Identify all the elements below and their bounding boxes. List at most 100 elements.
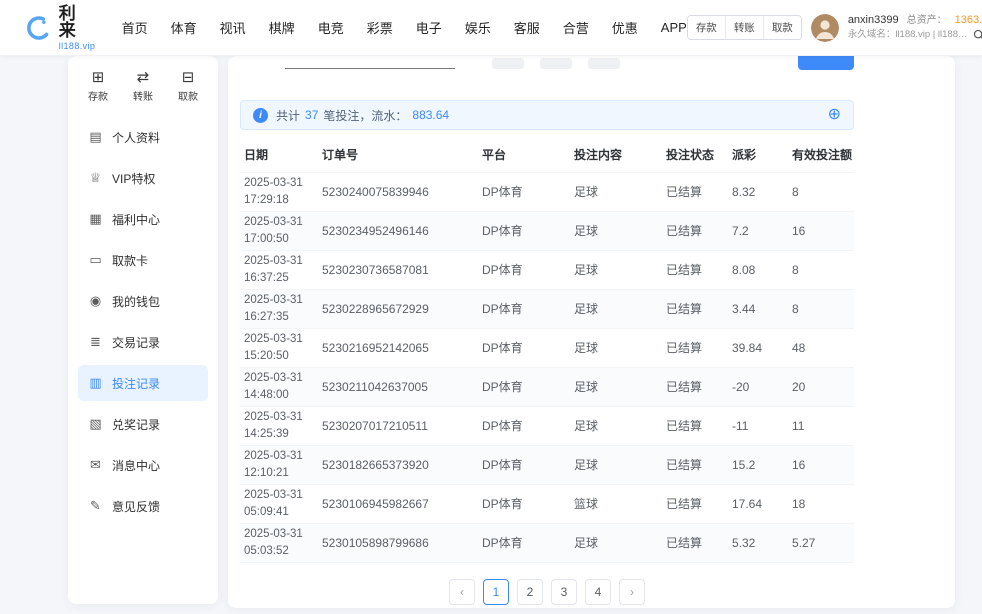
feedback-icon: ✎ <box>88 498 103 514</box>
cell-payout: 15.2 <box>728 445 788 484</box>
avatar[interactable] <box>811 14 839 42</box>
column-header-4: 投注状态 <box>662 138 728 172</box>
filter-strip-clipped <box>240 56 854 74</box>
cell-valid: 8 <box>788 250 854 289</box>
bet-records-table: 日期订单号平台投注内容投注状态派彩有效投注额 2025-03-3117:29:1… <box>240 138 854 563</box>
nav-item-esports[interactable]: 电竞 <box>318 18 344 37</box>
cell-content: 足球 <box>570 406 662 445</box>
transfer-button[interactable]: 转账 <box>725 16 763 39</box>
withdraw-button[interactable]: 取款 <box>763 16 801 39</box>
plus-circle-icon[interactable]: ⊕ <box>828 107 841 123</box>
column-header-1: 订单号 <box>318 138 478 172</box>
column-header-2: 平台 <box>478 138 570 172</box>
sidebar-item-vip[interactable]: ♕VIP特权 <box>78 160 208 196</box>
time-value: 14:25:39 <box>244 426 314 442</box>
cell-status: 已结算 <box>662 484 728 523</box>
cell-status: 已结算 <box>662 328 728 367</box>
table-row: 2025-03-3116:27:355230228965672929DP体育足球… <box>240 289 854 328</box>
nav-item-chess[interactable]: 棋牌 <box>269 18 295 37</box>
sidebar-item-label: VIP特权 <box>112 170 155 187</box>
date-value: 2025-03-31 <box>244 487 314 503</box>
quick-transfer-label: 转账 <box>133 88 153 103</box>
time-value: 14:48:00 <box>244 387 314 403</box>
sidebar-item-transaction-records[interactable]: ≣交易记录 <box>78 324 208 360</box>
cell-payout: 5.32 <box>728 523 788 562</box>
page-next-button[interactable]: › <box>619 579 645 605</box>
filter-option-icon[interactable] <box>492 58 524 69</box>
nav-item-slots[interactable]: 电子 <box>416 18 442 37</box>
nav-item-app[interactable]: APP <box>661 20 687 35</box>
content-card: i 共计 37 笔投注，流水： 883.64 ⊕ 日期订单号平台投注内容投注状态… <box>228 56 955 608</box>
filter-option-icon[interactable] <box>540 58 572 69</box>
cell-date: 2025-03-3117:29:18 <box>240 172 318 211</box>
search-icon[interactable] <box>973 29 982 41</box>
deposit-button[interactable]: 存款 <box>688 16 725 39</box>
brand-logo-icon <box>26 13 52 43</box>
filter-option-icon[interactable] <box>588 58 620 69</box>
sidebar-item-withdraw-card[interactable]: ▭取款卡 <box>78 242 208 278</box>
table-row: 2025-03-3114:48:005230211042637005DP体育足球… <box>240 367 854 406</box>
page-prev-button[interactable]: ‹ <box>449 579 475 605</box>
cell-order: 5230105898799686 <box>318 523 478 562</box>
sidebar-item-label: 兑奖记录 <box>112 416 160 433</box>
cell-payout: 8.32 <box>728 172 788 211</box>
sidebar-item-wallet[interactable]: ◉我的钱包 <box>78 283 208 319</box>
cell-platform: DP体育 <box>478 523 570 562</box>
sidebar-item-message-center[interactable]: ✉消息中心 <box>78 447 208 483</box>
nav-item-live-casino[interactable]: 视讯 <box>220 18 246 37</box>
cell-payout: 3.44 <box>728 289 788 328</box>
date-value: 2025-03-31 <box>244 370 314 386</box>
table-row: 2025-03-3114:25:395230207017210511DP体育足球… <box>240 406 854 445</box>
nav-item-home[interactable]: 首页 <box>122 18 148 37</box>
nav-item-service[interactable]: 客服 <box>514 18 540 37</box>
time-value: 16:27:35 <box>244 309 314 325</box>
username[interactable]: anxin3399 <box>848 14 899 27</box>
sidebar-item-profile[interactable]: ▤个人资料 <box>78 119 208 155</box>
cell-status: 已结算 <box>662 523 728 562</box>
nav-item-entertainment[interactable]: 娱乐 <box>465 18 491 37</box>
cell-valid: 8 <box>788 289 854 328</box>
sidebar-item-label: 交易记录 <box>112 334 160 351</box>
sidebar-item-label: 意见反馈 <box>112 498 160 515</box>
page-button-3[interactable]: 3 <box>551 579 577 605</box>
permanent-domain: 永久域名：ll188.vip | ll188… <box>848 29 968 40</box>
cell-content: 足球 <box>570 367 662 406</box>
nav-item-promotions[interactable]: 优惠 <box>612 18 638 37</box>
sidebar-item-prize-records[interactable]: ▧兑奖记录 <box>78 406 208 442</box>
sidebar-item-feedback[interactable]: ✎ 意见反馈 <box>78 488 208 524</box>
column-header-5: 派彩 <box>728 138 788 172</box>
nav-item-lottery[interactable]: 彩票 <box>367 18 393 37</box>
profile-icon: ▤ <box>88 129 103 145</box>
cell-content: 足球 <box>570 523 662 562</box>
sidebar-item-welfare[interactable]: ▦福利中心 <box>78 201 208 237</box>
sidebar-item-bet-records[interactable]: ▥投注记录 <box>78 365 208 401</box>
cell-date: 2025-03-3117:00:50 <box>240 211 318 250</box>
page-button-2[interactable]: 2 <box>517 579 543 605</box>
cell-order: 5230207017210511 <box>318 406 478 445</box>
time-value: 17:00:50 <box>244 231 314 247</box>
time-value: 15:20:50 <box>244 348 314 364</box>
page-button-4[interactable]: 4 <box>585 579 611 605</box>
wallet-button-group: 存款转账取款 <box>687 15 802 40</box>
cell-status: 已结算 <box>662 367 728 406</box>
brand-logo[interactable]: 利 来 ll188.vip <box>26 5 100 51</box>
filter-submit-button[interactable] <box>798 56 854 70</box>
cell-order: 5230182665373920 <box>318 445 478 484</box>
top-navbar: 利 来 ll188.vip 首页体育视讯棋牌电竞彩票电子娱乐客服合营优惠APP … <box>0 0 982 56</box>
cell-content: 足球 <box>570 328 662 367</box>
quick-transfer-button[interactable]: ⇄转账 <box>133 70 153 103</box>
page-button-1[interactable]: 1 <box>483 579 509 605</box>
filter-input[interactable] <box>285 59 455 69</box>
cell-status: 已结算 <box>662 250 728 289</box>
cell-valid: 8 <box>788 172 854 211</box>
quick-withdraw-button[interactable]: ⊟取款 <box>178 70 198 103</box>
quick-deposit-button[interactable]: ⊞存款 <box>88 70 108 103</box>
nav-item-cooperation[interactable]: 合营 <box>563 18 589 37</box>
time-value: 16:37:25 <box>244 270 314 286</box>
cell-platform: DP体育 <box>478 172 570 211</box>
cell-payout: -20 <box>728 367 788 406</box>
nav-item-sports[interactable]: 体育 <box>171 18 197 37</box>
cell-order: 5230106945982667 <box>318 484 478 523</box>
cell-order: 5230211042637005 <box>318 367 478 406</box>
table-row: 2025-03-3105:03:525230105898799686DP体育足球… <box>240 523 854 562</box>
